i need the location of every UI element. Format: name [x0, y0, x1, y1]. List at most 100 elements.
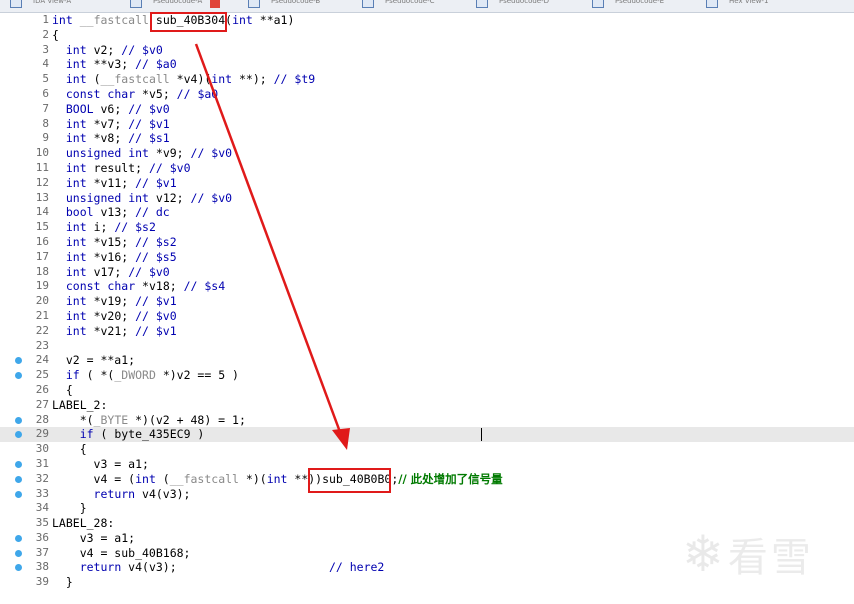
highlight-box-callee: [308, 468, 391, 493]
breakpoint-dot-icon[interactable]: [15, 549, 22, 557]
code-line[interactable]: 17 int *v16; // $s5: [0, 250, 854, 265]
code-text: int **v3; // $a0: [65, 57, 177, 72]
code-line[interactable]: 15 int i; // $s2: [0, 220, 854, 235]
line-number: 31: [35, 456, 49, 470]
code-text: int v17; // $v0: [65, 264, 170, 279]
line-number: 36: [35, 530, 49, 544]
code-line[interactable]: 31 v3 = a1;: [0, 457, 854, 472]
code-line[interactable]: 23: [0, 339, 854, 354]
breakpoint-dot-icon[interactable]: [15, 357, 22, 365]
code-text: if ( *(_DWORD *)v2 == 5 ): [65, 368, 239, 383]
view-window-icon: [706, 0, 718, 8]
code-line[interactable]: 5 int (__fastcall *v4)(int **); // $t9: [0, 72, 854, 87]
line-number: 29: [35, 427, 49, 441]
breakpoint-dot-icon[interactable]: [15, 490, 22, 498]
code-text: v2 = **a1;: [52, 353, 136, 368]
code-line[interactable]: 14 bool v13; // dc: [0, 205, 854, 220]
tab-pseudocode-c[interactable]: Pseudocode-C: [362, 0, 435, 12]
code-line[interactable]: 24 v2 = **a1;: [0, 353, 854, 368]
code-text: BOOL v6; // $v0: [65, 101, 170, 116]
code-line[interactable]: 19 const char *v18; // $s4: [0, 279, 854, 294]
close-tab-icon[interactable]: [210, 0, 221, 8]
line-number: 4: [42, 57, 49, 71]
breakpoint-dot-icon[interactable]: [15, 416, 22, 424]
code-line[interactable]: 26 {: [0, 383, 854, 398]
code-line[interactable]: 9 int *v8; // $s1: [0, 131, 854, 146]
code-line[interactable]: 11 int result; // $v0: [0, 161, 854, 176]
view-window-icon: [476, 0, 488, 8]
tab-label: Pseudocode-C: [385, 0, 435, 5]
tab-pseudocode-d[interactable]: Pseudocode-D: [476, 0, 549, 12]
code-line[interactable]: 7 BOOL v6; // $v0: [0, 102, 854, 117]
breakpoint-dot-icon[interactable]: [15, 372, 22, 380]
code-line[interactable]: 6 const char *v5; // $a0: [0, 87, 854, 102]
breakpoint-dot-icon[interactable]: [15, 534, 22, 542]
tab-hex-view-1[interactable]: Hex View-1: [706, 0, 768, 12]
code-text: int result; // $v0: [65, 160, 191, 175]
tab-label: Pseudocode-E: [615, 0, 665, 5]
code-line[interactable]: 28 *(_BYTE *)(v2 + 48) = 1;: [0, 413, 854, 428]
code-text: unsigned int v12; // $v0: [65, 190, 233, 205]
tab-pseudocode-a[interactable]: Pseudocode-A: [130, 0, 221, 12]
view-window-icon: [592, 0, 604, 8]
line-number: 7: [42, 101, 49, 115]
code-text: {: [52, 382, 73, 397]
code-line[interactable]: 33 return v4(v3);: [0, 487, 854, 502]
code-text: bool v13; // dc: [65, 205, 170, 220]
line-number: 19: [35, 279, 49, 293]
code-line[interactable]: 20 int *v19; // $v1: [0, 294, 854, 309]
breakpoint-dot-icon[interactable]: [15, 475, 22, 483]
line-number: 25: [35, 368, 49, 382]
code-line[interactable]: 22 int *v21; // $v1: [0, 324, 854, 339]
code-text: int *v16; // $s5: [65, 249, 177, 264]
code-line[interactable]: 3 int v2; // $v0: [0, 43, 854, 58]
code-line[interactable]: 2{: [0, 28, 854, 43]
tab-pseudocode-e[interactable]: Pseudocode-E: [592, 0, 664, 12]
code-line[interactable]: 29 if ( byte_435EC9 ): [0, 427, 854, 443]
line-number: 21: [35, 308, 49, 322]
code-line[interactable]: 25 if ( *(_DWORD *)v2 == 5 ): [0, 368, 854, 383]
code-line[interactable]: 16 int *v15; // $s2: [0, 235, 854, 250]
highlight-box-function-name: [150, 12, 227, 32]
code-text: v4 = (int (__fastcall *)(int **))sub_40B…: [52, 471, 503, 486]
code-text: int *v11; // $v1: [65, 175, 177, 190]
code-text: const char *v18; // $s4: [65, 279, 226, 294]
code-line[interactable]: 34 }: [0, 501, 854, 516]
code-line[interactable]: 4 int **v3; // $a0: [0, 57, 854, 72]
code-line[interactable]: 8 int *v7; // $v1: [0, 117, 854, 132]
code-line[interactable]: 21 int *v20; // $v0: [0, 309, 854, 324]
line-number: 10: [35, 146, 49, 160]
line-number: 15: [35, 220, 49, 234]
line-number: 23: [35, 338, 49, 352]
line-number: 11: [35, 160, 49, 174]
line-number: 27: [35, 397, 49, 411]
code-text: return v4(v3); // here2: [79, 560, 385, 575]
code-text: int v2; // $v0: [65, 42, 163, 57]
code-text: {: [52, 442, 87, 457]
line-number: 32: [35, 471, 49, 485]
code-line[interactable]: 12 int *v11; // $v1: [0, 176, 854, 191]
tab-pseudocode-b[interactable]: Pseudocode-B: [248, 0, 320, 12]
breakpoint-dot-icon[interactable]: [15, 431, 22, 439]
line-number: 12: [35, 175, 49, 189]
code-line[interactable]: 13 unsigned int v12; // $v0: [0, 191, 854, 206]
line-number: 38: [35, 560, 49, 574]
code-line[interactable]: 10 unsigned int *v9; // $v0: [0, 146, 854, 161]
code-line[interactable]: 18 int v17; // $v0: [0, 265, 854, 280]
code-line[interactable]: 32 v4 = (int (__fastcall *)(int **))sub_…: [0, 472, 854, 487]
code-text: v4 = sub_40B168;: [52, 545, 191, 560]
line-number: 33: [35, 486, 49, 500]
line-number: 16: [35, 234, 49, 248]
pseudocode-view[interactable]: 1 int __fastcall sub_40B304(int **a1) 2{3 …: [0, 13, 854, 590]
breakpoint-dot-icon[interactable]: [15, 564, 22, 572]
breakpoint-dot-icon[interactable]: [15, 460, 22, 468]
code-line[interactable]: 27 LABEL_2:: [0, 398, 854, 413]
code-line[interactable]: 30 {: [0, 442, 854, 457]
code-line[interactable]: 1 int __fastcall sub_40B304(int **a1): [0, 13, 854, 28]
code-text: int *v7; // $v1: [65, 116, 170, 131]
line-number: 14: [35, 205, 49, 219]
code-text: v3 = a1;: [52, 456, 149, 471]
code-text: }: [52, 501, 87, 516]
code-text: *(_BYTE *)(v2 + 48) = 1;: [52, 412, 246, 427]
tab-ida-view-a[interactable]: IDA View-A: [10, 0, 71, 12]
